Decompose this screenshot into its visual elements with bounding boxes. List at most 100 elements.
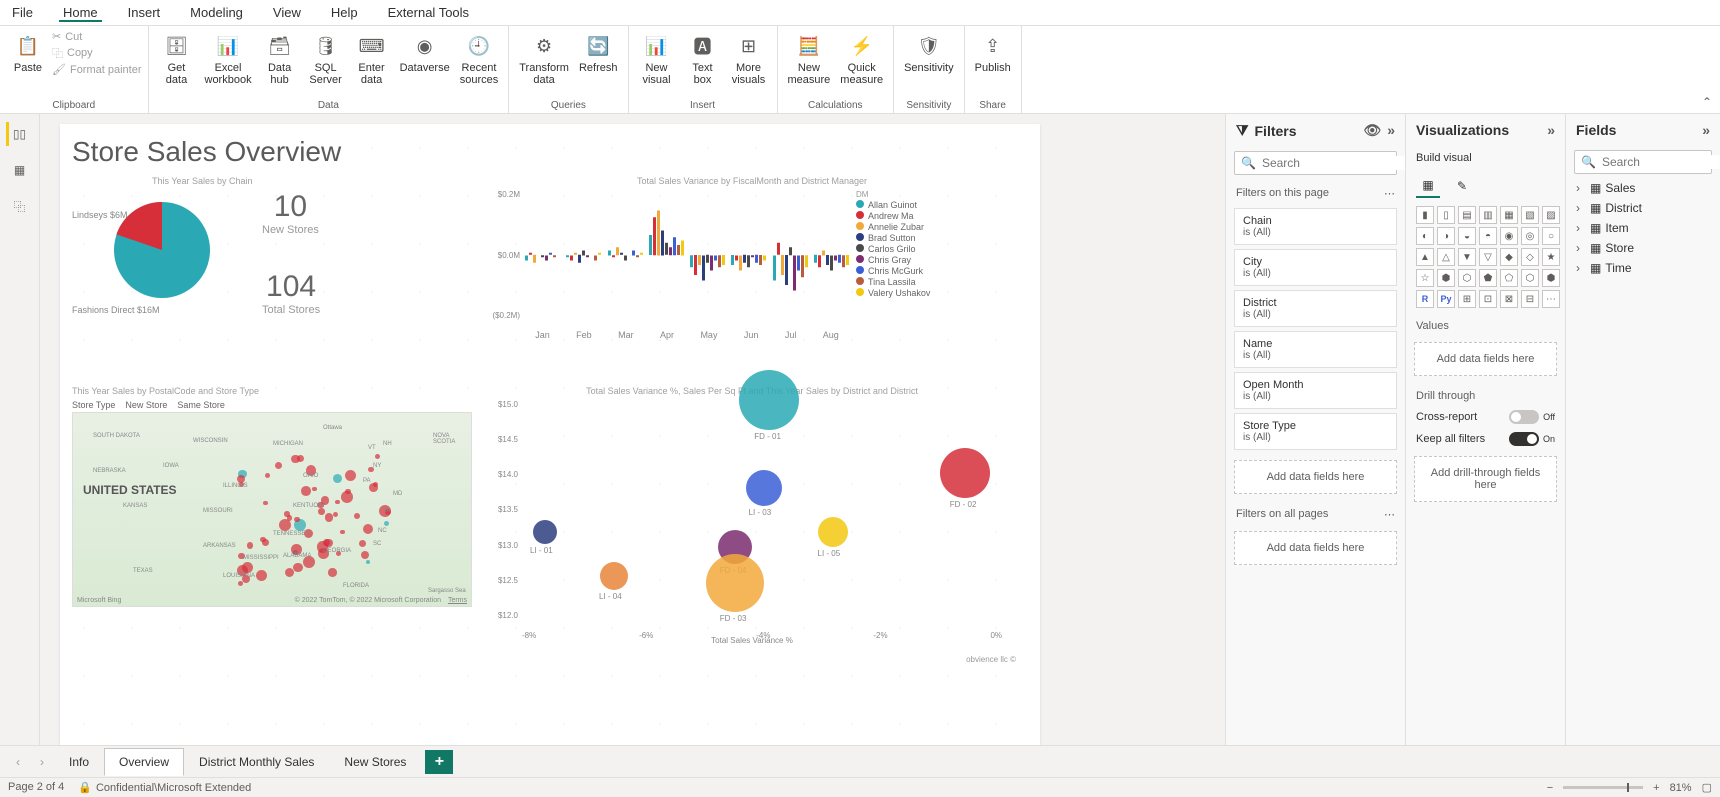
bubble-fd---01[interactable] bbox=[739, 370, 799, 430]
tab-next-button[interactable]: › bbox=[30, 755, 54, 769]
cross-report-toggle[interactable] bbox=[1509, 410, 1539, 424]
legend-chris-mcgurk[interactable]: Chris McGurk bbox=[856, 266, 930, 276]
viz-type-21[interactable]: ☆ bbox=[1416, 269, 1434, 287]
map-point[interactable] bbox=[247, 542, 253, 548]
menu-home[interactable]: Home bbox=[59, 3, 102, 22]
copy-button[interactable]: ⿻Copy bbox=[52, 45, 142, 61]
viz-type-12[interactable]: ◎ bbox=[1521, 227, 1539, 245]
field-table-district[interactable]: ›▦District bbox=[1566, 198, 1720, 218]
viz-type-30[interactable]: ⊞ bbox=[1458, 290, 1476, 308]
viz-type-25[interactable]: ⬠ bbox=[1500, 269, 1518, 287]
map-point[interactable] bbox=[333, 512, 338, 517]
map-point[interactable] bbox=[366, 560, 370, 564]
tab-prev-button[interactable]: ‹ bbox=[6, 755, 30, 769]
collapse-filters-button[interactable]: » bbox=[1387, 122, 1395, 139]
viz-type-0[interactable]: ▮ bbox=[1416, 206, 1434, 224]
enter-button[interactable]: ⌨Enterdata bbox=[350, 30, 394, 88]
bar-visual[interactable]: Total Sales Variance by FiscalMonth and … bbox=[482, 176, 1022, 376]
fields-search[interactable]: 🔍 bbox=[1574, 150, 1712, 174]
viz-type-3[interactable]: ▥ bbox=[1479, 206, 1497, 224]
viz-type-6[interactable]: ▨ bbox=[1542, 206, 1560, 224]
map-point[interactable] bbox=[325, 513, 333, 521]
viz-type-16[interactable]: ▼ bbox=[1458, 248, 1476, 266]
map-point[interactable] bbox=[328, 568, 336, 576]
page-tab-overview[interactable]: Overview bbox=[104, 748, 184, 776]
page-tab-info[interactable]: Info bbox=[54, 748, 104, 776]
filter-card-district[interactable]: Districtis (All) bbox=[1234, 290, 1397, 327]
viz-type-18[interactable]: ◆ bbox=[1500, 248, 1518, 266]
filter-card-store-type[interactable]: Store Typeis (All) bbox=[1234, 413, 1397, 450]
legend-carlos-grilo[interactable]: Carlos Grilo bbox=[856, 244, 930, 254]
viz-type-27[interactable]: ⬢ bbox=[1542, 269, 1560, 287]
map-point[interactable] bbox=[263, 501, 267, 505]
viz-type-13[interactable]: ○ bbox=[1542, 227, 1560, 245]
measure-button[interactable]: 🧮Newmeasure bbox=[784, 30, 835, 88]
more-icon[interactable]: ⋯ bbox=[1384, 187, 1395, 200]
quick-button[interactable]: ⚡Quickmeasure bbox=[836, 30, 887, 88]
filters-dropzone-page[interactable]: Add data fields here bbox=[1234, 460, 1397, 494]
filter-card-name[interactable]: Nameis (All) bbox=[1234, 331, 1397, 368]
drill-dropzone[interactable]: Add drill-through fields here bbox=[1414, 456, 1557, 502]
fit-page-button[interactable]: ▢ bbox=[1702, 781, 1712, 794]
map-point[interactable] bbox=[363, 524, 373, 534]
map-point[interactable] bbox=[265, 473, 270, 478]
map-point[interactable] bbox=[242, 562, 253, 573]
paste-button[interactable]: 📋 Paste bbox=[6, 30, 50, 76]
page-tab-new-stores[interactable]: New Stores bbox=[329, 748, 421, 776]
legend-valery-ushakov[interactable]: Valery Ushakov bbox=[856, 288, 930, 298]
zoom-in-button[interactable]: + bbox=[1653, 782, 1659, 794]
map-point[interactable] bbox=[284, 511, 289, 516]
map-point[interactable] bbox=[318, 508, 324, 514]
map-point[interactable] bbox=[335, 500, 339, 504]
viz-type-4[interactable]: ▦ bbox=[1500, 206, 1518, 224]
viz-type-34[interactable]: ⋯ bbox=[1542, 290, 1560, 308]
filter-card-open-month[interactable]: Open Monthis (All) bbox=[1234, 372, 1397, 409]
zoom-out-button[interactable]: − bbox=[1547, 782, 1553, 794]
bubble-li---03[interactable] bbox=[746, 470, 782, 506]
viz-type-11[interactable]: ◉ bbox=[1500, 227, 1518, 245]
add-page-button[interactable]: + bbox=[425, 750, 453, 774]
map-point[interactable] bbox=[285, 568, 294, 577]
format-tab[interactable]: ✎ bbox=[1450, 174, 1474, 198]
map-point[interactable] bbox=[354, 513, 360, 519]
map-point[interactable] bbox=[373, 482, 378, 487]
viz-type-8[interactable]: ◑ bbox=[1437, 227, 1455, 245]
publish-button[interactable]: ⇪ Publish bbox=[971, 30, 1015, 76]
filter-card-chain[interactable]: Chainis (All) bbox=[1234, 208, 1397, 245]
bubble-li---05[interactable] bbox=[818, 517, 848, 547]
menu-modeling[interactable]: Modeling bbox=[186, 3, 247, 22]
bubble-li---01[interactable] bbox=[533, 520, 557, 544]
build-tab[interactable]: ▦ bbox=[1416, 174, 1440, 198]
viz-type-5[interactable]: ▧ bbox=[1521, 206, 1539, 224]
viz-type-22[interactable]: ⬢ bbox=[1437, 269, 1455, 287]
filters-search-input[interactable] bbox=[1262, 156, 1417, 170]
map-point[interactable] bbox=[293, 563, 303, 573]
map-point[interactable] bbox=[256, 570, 267, 581]
page-tab-district-monthly-sales[interactable]: District Monthly Sales bbox=[184, 748, 329, 776]
keep-filters-toggle[interactable] bbox=[1509, 432, 1539, 446]
filter-card-city[interactable]: Cityis (All) bbox=[1234, 249, 1397, 286]
filters-dropzone-all[interactable]: Add data fields here bbox=[1234, 531, 1397, 565]
sql-button[interactable]: 🛢SQLServer bbox=[304, 30, 348, 88]
viz-type-10[interactable]: ◓ bbox=[1479, 227, 1497, 245]
cut-button[interactable]: ✂Cut bbox=[52, 30, 142, 43]
report-view-button[interactable]: ▯▯ bbox=[6, 122, 30, 146]
legend-brad-sutton[interactable]: Brad Sutton bbox=[856, 233, 930, 243]
viz-type-20[interactable]: ★ bbox=[1542, 248, 1560, 266]
sensitivity-button[interactable]: 🛡 Sensitivity bbox=[900, 30, 958, 76]
viz-type-9[interactable]: ◒ bbox=[1458, 227, 1476, 245]
eye-icon[interactable]: 👁 bbox=[1363, 122, 1381, 139]
bubble-fd---02[interactable] bbox=[940, 448, 990, 498]
filters-search[interactable]: 🔍 bbox=[1234, 151, 1397, 175]
map-terms[interactable]: Terms bbox=[448, 597, 467, 604]
collapse-viz-button[interactable]: » bbox=[1547, 122, 1555, 138]
map-point[interactable] bbox=[260, 537, 265, 542]
legend-chris-gray[interactable]: Chris Gray bbox=[856, 255, 930, 265]
map-point[interactable] bbox=[345, 470, 356, 481]
report-canvas[interactable]: Store Sales Overview This Year Sales by … bbox=[40, 114, 1225, 745]
viz-type-28[interactable]: R bbox=[1416, 290, 1434, 308]
menu-help[interactable]: Help bbox=[327, 3, 362, 22]
viz-type-17[interactable]: ▽ bbox=[1479, 248, 1497, 266]
viz-type-26[interactable]: ⬡ bbox=[1521, 269, 1539, 287]
legend-tina-lassila[interactable]: Tina Lassila bbox=[856, 277, 930, 287]
